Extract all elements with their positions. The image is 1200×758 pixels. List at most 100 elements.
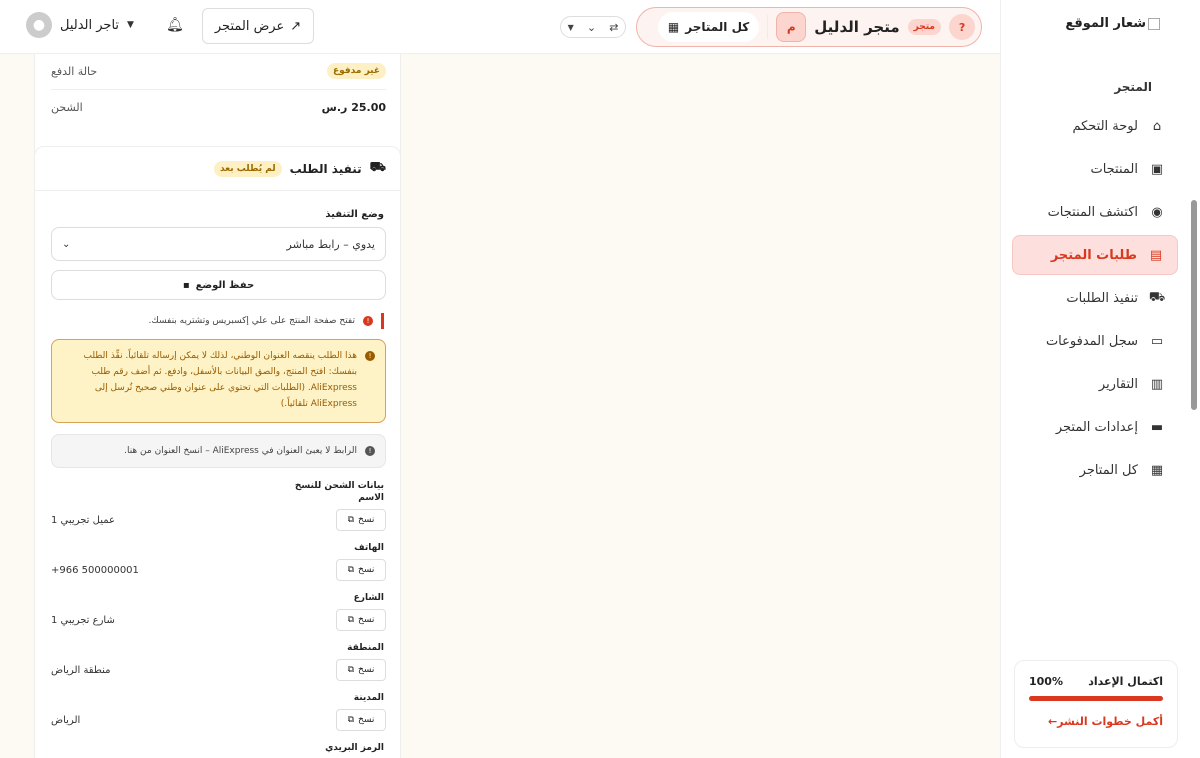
chevron-down-icon: ▼	[127, 20, 134, 30]
copy-icon: ⧉	[347, 565, 355, 575]
sidebar-item-chart[interactable]: ▥ التقارير	[1012, 364, 1178, 404]
sidebar-item-label: اكتشف المنتجات	[1047, 204, 1138, 220]
sidebar-item-store[interactable]: ▬ إعدادات المتجر	[1012, 407, 1178, 447]
site-logo[interactable]: شعار الموقع	[1065, 16, 1160, 31]
top-bar: ▼ تاجر الدليل ● 🔔︎ ↗ عرض المتجر ⇄ ⌄ ▼ ? …	[0, 0, 1000, 54]
setup-percent: 100%	[1029, 675, 1063, 688]
all-stores-label: كل المتاجر	[685, 20, 750, 34]
sidebar-item-box[interactable]: ▣ المنتجات	[1012, 149, 1178, 189]
divider	[767, 15, 769, 39]
copy-button[interactable]: نسخ ⧉	[336, 509, 386, 531]
copy-icon: ⧉	[347, 715, 355, 725]
all-stores-button[interactable]: كل المتاجر ▦	[657, 12, 760, 42]
shipping-copy-title: بيانات الشحن للنسخ	[294, 481, 384, 491]
complete-steps-link[interactable]: أكمل خطوات النشر←	[1029, 715, 1163, 728]
copy-label: نسخ	[358, 665, 375, 675]
save-icon: ▪	[182, 279, 190, 291]
setup-progress-bar	[1029, 696, 1163, 701]
help-icon[interactable]: ?	[949, 14, 975, 40]
mode-label: وضع التنفيذ	[325, 209, 384, 220]
money-icon: ▭	[1150, 333, 1164, 349]
ship-field-label: الاسم	[358, 493, 384, 503]
sidebar-item-label: التقارير	[1098, 376, 1138, 392]
fulfillment-header: ⛟ تنفيذ الطلب لم يُطلب بعد	[35, 147, 400, 191]
payment-status-row: غير مدفوع حالة الدفع	[51, 63, 386, 79]
broken-image-icon	[1148, 17, 1160, 30]
user-name: تاجر الدليل	[60, 17, 120, 33]
sidebar: شعار الموقع المتجر ⌂ لوحة التحكم ▣ المنتجات…	[1000, 0, 1200, 758]
receipt-icon: ▤	[1149, 247, 1163, 263]
user-menu[interactable]: ▼ تاجر الدليل ●	[26, 12, 134, 38]
warning-text: هذا الطلب ينقصه العنوان الوطني، لذلك لا …	[83, 351, 357, 409]
copy-icon: ⧉	[347, 615, 355, 625]
ship-field-label: الرمز البريدي	[325, 743, 384, 753]
copy-button[interactable]: نسخ ⧉	[336, 609, 386, 631]
store-switcher-toggle[interactable]: ⇄ ⌄ ▼	[560, 16, 626, 38]
ship-field-row: نسخ ⧉ منطقة الرياض	[51, 659, 386, 681]
sidebar-item-compass[interactable]: ◉ اكتشف المنتجات	[1012, 192, 1178, 232]
compass-icon: ◉	[1151, 204, 1163, 220]
ship-field-value: عميل تجريبي 1	[51, 514, 115, 526]
sidebar-item-home[interactable]: ⌂ لوحة التحكم	[1012, 106, 1178, 146]
ship-field-row: نسخ ⧉ +966 500000001	[51, 559, 386, 581]
save-mode-button[interactable]: حفظ الوضع ▪	[51, 270, 386, 300]
sidebar-item-label: لوحة التحكم	[1072, 118, 1138, 134]
hint-text: تفتح صفحة المنتج على علي إكسبريس وتشتريه…	[148, 316, 355, 326]
store-type-badge: متجر	[907, 19, 941, 35]
ship-field-label: الهاتف	[354, 543, 384, 553]
ship-field-value: +966 500000001	[51, 564, 139, 576]
shipping-row: 25.00 ر.س الشحن	[51, 101, 386, 114]
caret-down-icon: ▼	[567, 22, 574, 32]
sidebar-item-receipt[interactable]: ▤ طلبات المتجر	[1012, 235, 1178, 275]
copy-button[interactable]: نسخ ⧉	[336, 709, 386, 731]
missing-address-warning: ! هذا الطلب ينقصه العنوان الوطني، لذلك ل…	[51, 339, 386, 423]
sidebar-item-label: طلبات المتجر	[1050, 247, 1137, 263]
divider	[51, 89, 386, 90]
bell-icon[interactable]: 🔔︎	[166, 17, 184, 33]
sidebar-section-label: المتجر	[1114, 80, 1152, 94]
ship-field-value: الرياض	[51, 714, 81, 726]
sidebar-item-grid[interactable]: ▦ كل المتاجر	[1012, 450, 1178, 490]
copy-button[interactable]: نسخ ⧉	[336, 659, 386, 681]
copy-label: نسخ	[358, 565, 375, 575]
ship-field-label: المنطقة	[347, 643, 384, 653]
ship-field-label: الشارع	[353, 593, 384, 603]
sidebar-item-money[interactable]: ▭ سجل المدفوعات	[1012, 321, 1178, 361]
ship-field-row: نسخ ⧉ شارع تجريبي 1	[51, 609, 386, 631]
home-icon: ⌂	[1152, 118, 1162, 134]
grid-icon: ▦	[1150, 462, 1164, 478]
copy-label: نسخ	[358, 715, 375, 725]
info-icon: !	[365, 446, 375, 456]
ship-field-value: منطقة الرياض	[51, 664, 111, 676]
chart-icon: ▥	[1150, 376, 1164, 392]
sidebar-scrollbar[interactable]	[1191, 200, 1197, 410]
store-selector[interactable]: ? متجر متجر الدليل م كل المتاجر ▦	[636, 7, 982, 47]
payment-status-badge: غير مدفوع	[326, 63, 386, 79]
copy-icon: ⧉	[347, 515, 355, 525]
shipping-value: 25.00 ر.س	[321, 101, 386, 114]
sidebar-item-label: سجل المدفوعات	[1045, 333, 1138, 349]
alert-icon: !	[363, 316, 373, 326]
chevron-down-icon: ⌄	[62, 238, 71, 250]
copy-button[interactable]: نسخ ⧉	[336, 559, 386, 581]
view-store-button[interactable]: ↗ عرض المتجر	[202, 8, 314, 44]
sidebar-item-label: تنفيذ الطلبات	[1066, 290, 1138, 306]
setup-progress-card: اكتمال الإعداد 100% أكمل خطوات النشر←	[1014, 660, 1178, 748]
fulfillment-mode-select[interactable]: يدوي – رابط مباشر ⌄	[51, 227, 386, 261]
info-text: الرابط لا يعبئ العنوان في AliExpress – ا…	[124, 446, 357, 456]
sidebar-item-label: المنتجات	[1090, 161, 1138, 177]
external-link-icon: ↗	[290, 18, 302, 34]
warning-icon: !	[365, 351, 375, 361]
truck-icon: ⛟	[369, 160, 386, 175]
fulfillment-title: تنفيذ الطلب	[289, 161, 362, 176]
shipping-label: الشحن	[51, 101, 83, 114]
payment-status-label: حالة الدفع	[51, 64, 98, 78]
ship-field-value: شارع تجريبي 1	[51, 614, 115, 626]
sidebar-item-truck[interactable]: ⛟ تنفيذ الطلبات	[1012, 278, 1178, 318]
logo-alt-text: شعار الموقع	[1065, 16, 1146, 31]
copy-icon: ⧉	[347, 665, 355, 675]
store-name: متجر الدليل	[814, 18, 900, 36]
sidebar-item-label: كل المتاجر	[1079, 462, 1138, 478]
fulfillment-status-badge: لم يُطلب بعد	[213, 160, 282, 177]
copy-label: نسخ	[358, 615, 375, 625]
